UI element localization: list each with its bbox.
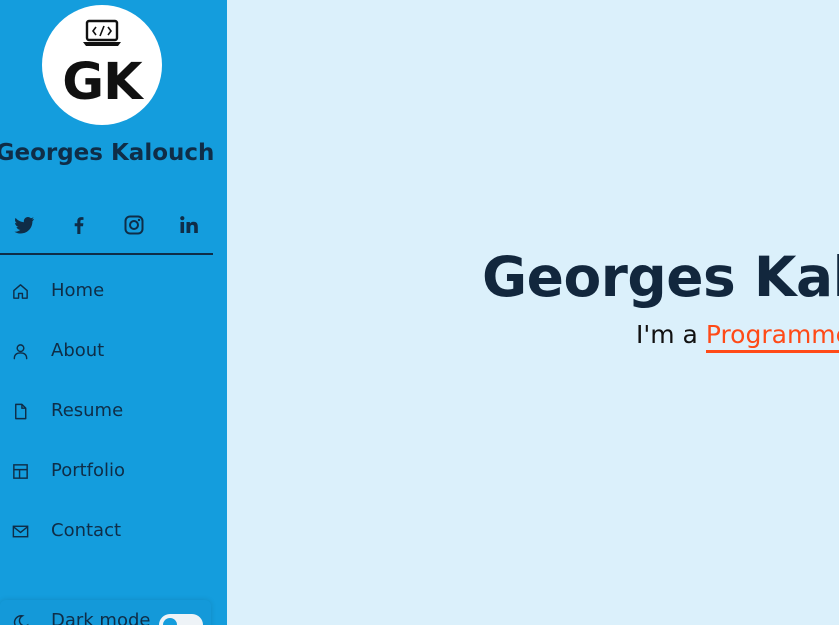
hero-subtitle-prefix: I'm a	[636, 320, 706, 349]
instagram-link[interactable]	[122, 213, 146, 237]
facebook-icon	[74, 217, 84, 234]
envelope-icon	[12, 525, 29, 538]
layout-icon	[13, 464, 28, 479]
moon-icon	[13, 615, 29, 625]
nav-label-home: Home	[51, 280, 105, 301]
typed-role: Programmer	[705, 320, 839, 353]
nav-label-contact: Contact	[51, 520, 122, 541]
user-icon	[13, 344, 28, 360]
owner-name: Georges Kalouch	[0, 140, 215, 166]
facebook-link[interactable]	[67, 213, 91, 237]
logo-text: GK	[62, 53, 142, 112]
nav-item-contact[interactable]: Contact	[0, 510, 213, 554]
nav-label-portfolio: Portfolio	[51, 460, 126, 481]
dark-mode-toggle[interactable]	[159, 614, 203, 625]
nav-item-portfolio[interactable]: Portfolio	[0, 450, 213, 494]
home-icon	[13, 284, 28, 299]
sidebar: GK Georges Kalouch Home About Resume Por…	[0, 0, 227, 625]
instagram-icon	[124, 215, 144, 235]
nav-item-about[interactable]: About	[0, 330, 213, 374]
nav-item-resume[interactable]: Resume	[0, 390, 213, 434]
hero-subtitle: I'm a Programmer	[636, 318, 839, 353]
twitter-icon	[14, 217, 34, 234]
dark-mode-label: Dark mode	[51, 610, 151, 625]
nav-label-resume: Resume	[51, 400, 124, 421]
avatar[interactable]: GK	[42, 5, 162, 125]
file-icon	[15, 403, 27, 420]
hero-title: Georges Kalouch	[482, 245, 839, 309]
social-links	[0, 207, 213, 243]
twitter-link[interactable]	[12, 213, 36, 237]
dark-mode-row: Dark mode	[0, 600, 211, 625]
sidebar-divider	[0, 253, 213, 255]
linkedin-link[interactable]	[177, 213, 201, 237]
linkedin-icon	[180, 216, 198, 233]
toggle-knob	[163, 618, 177, 625]
hero-section: Georges Kalouch I'm a Programmer	[227, 0, 839, 625]
nav-label-about: About	[51, 340, 105, 361]
nav-item-home[interactable]: Home	[0, 270, 213, 314]
